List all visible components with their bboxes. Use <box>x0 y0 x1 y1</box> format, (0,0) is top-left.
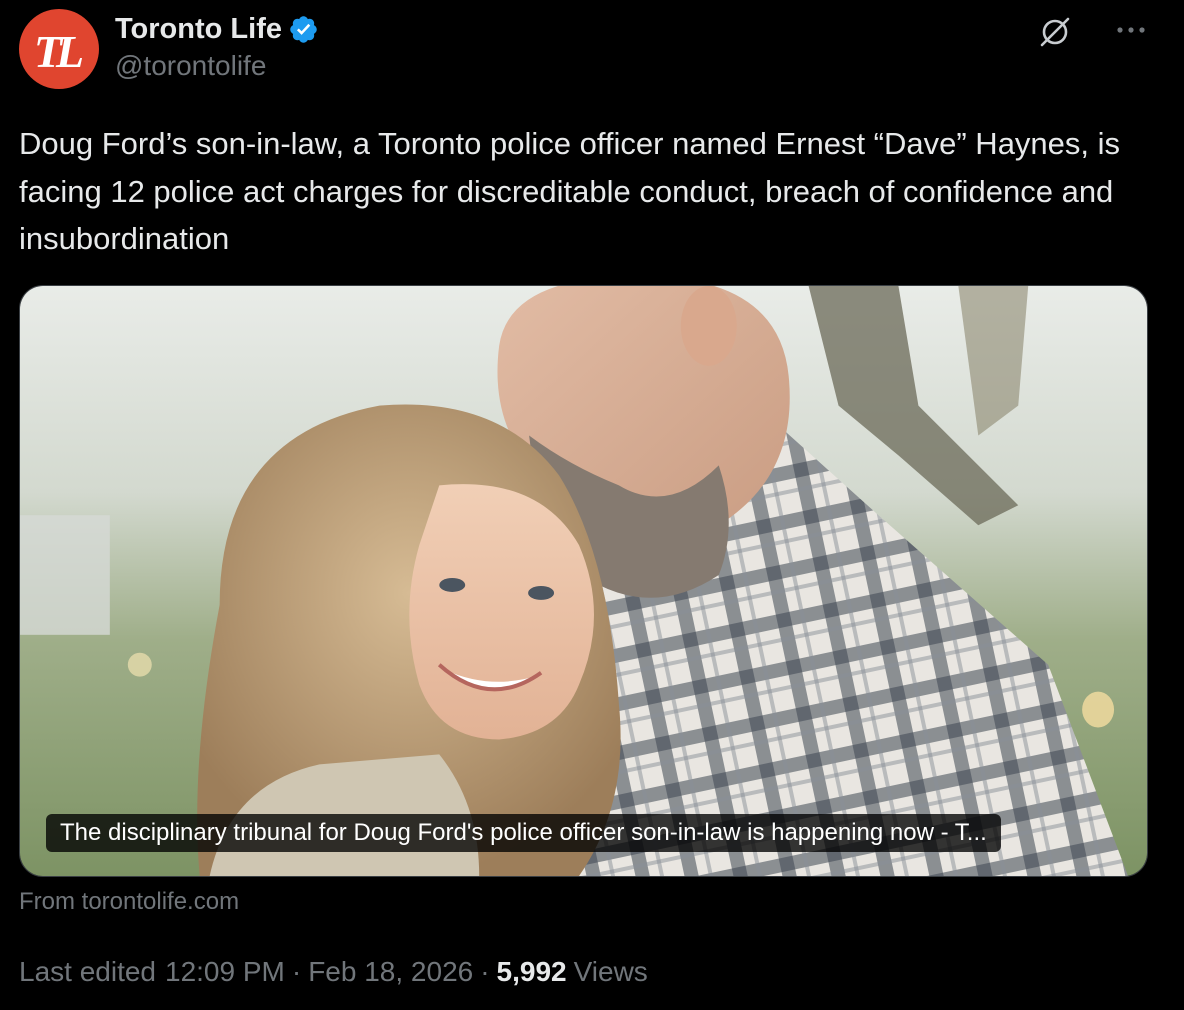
name-row: Toronto Life <box>115 10 319 48</box>
views-count: 5,992 <box>496 956 567 987</box>
views-label: Views <box>573 956 648 987</box>
link-card-title: The disciplinary tribunal for Doug Ford'… <box>46 814 1001 852</box>
tweet-text: Doug Ford’s son-in-law, a Toronto police… <box>19 126 1121 256</box>
avatar[interactable]: TL <box>19 9 99 89</box>
more-icon[interactable] <box>1113 20 1149 40</box>
edited-label[interactable]: Last edited <box>19 956 156 988</box>
handle[interactable]: @torontolife <box>115 50 266 82</box>
link-source[interactable]: From torontolife.com <box>19 888 239 916</box>
meta-separator: · <box>291 956 302 987</box>
verified-badge-icon <box>290 15 317 43</box>
grok-icon[interactable] <box>1037 14 1073 50</box>
tweet-time[interactable]: 12:09 PM <box>165 956 285 988</box>
display-name[interactable]: Toronto Life <box>115 13 282 46</box>
link-card[interactable]: The disciplinary tribunal for Doug Ford'… <box>19 285 1148 877</box>
tweet-date[interactable]: Feb 18, 2026 <box>308 956 473 988</box>
avatar-logo: TL <box>33 25 84 77</box>
article-photo <box>20 286 1147 876</box>
meta-separator: · <box>480 956 490 987</box>
tweet-meta: Last edited 12:09 PM · Feb 18, 2026 · 5,… <box>19 956 648 988</box>
